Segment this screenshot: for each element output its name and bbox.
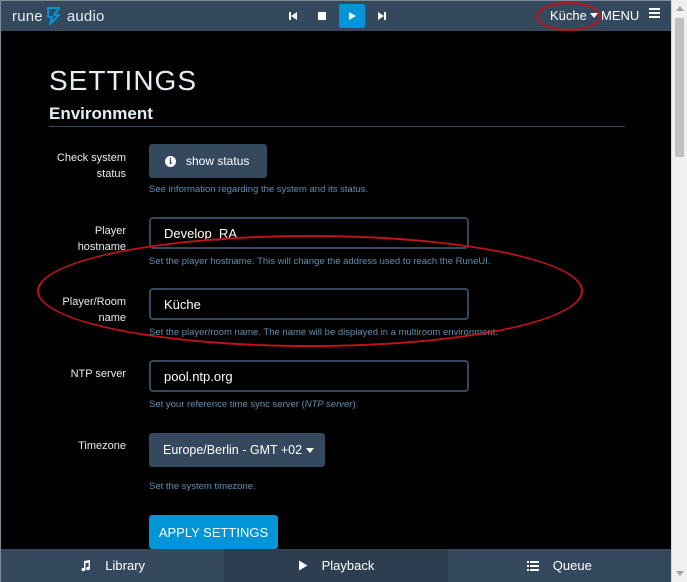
ntp-input[interactable]: pool.ntp.org	[149, 360, 469, 392]
section-divider	[49, 126, 625, 127]
ntp-label: NTP server	[70, 368, 126, 380]
apply-settings-button[interactable]: APPLY SETTINGS	[149, 515, 278, 549]
tab-library-label: Library	[105, 558, 146, 573]
page-title: SETTINGS	[49, 65, 198, 96]
list-icon	[526, 560, 539, 571]
timezone-help: Set the system timezone.	[149, 481, 256, 492]
annotation-circle-room-selector	[536, 2, 601, 31]
tab-queue-label: Queue	[552, 558, 592, 573]
stop-icon	[318, 12, 326, 20]
next-button[interactable]	[369, 4, 395, 28]
show-status-button[interactable]: i show status	[149, 144, 267, 178]
next-icon	[378, 12, 386, 20]
bottom-nav: Library Playback Queue	[1, 549, 671, 582]
play-icon	[298, 560, 308, 571]
play-icon	[349, 12, 356, 20]
scroll-up-arrow-icon[interactable]	[676, 6, 684, 11]
music-note-icon	[80, 559, 91, 572]
logo-text-rune: rune	[12, 8, 43, 25]
previous-button[interactable]	[280, 4, 306, 28]
hostname-label: Player hostname	[77, 225, 126, 253]
timezone-label: Timezone	[78, 440, 126, 452]
rune-audio-logo[interactable]: rune audio	[12, 6, 105, 26]
annotation-ellipse-room-name	[37, 235, 583, 347]
ntp-help-suffix: ).	[352, 399, 359, 410]
rune-logo-icon	[46, 7, 60, 25]
timezone-select[interactable]: Europe/Berlin - GMT +02	[149, 433, 325, 467]
tab-playback[interactable]: Playback	[224, 549, 448, 582]
section-title: Environment	[49, 104, 153, 123]
menu-label: MENU	[601, 8, 640, 23]
vertical-scrollbar[interactable]	[671, 0, 687, 582]
ntp-value: pool.ntp.org	[164, 368, 233, 384]
previous-icon	[289, 12, 297, 20]
tab-queue[interactable]: Queue	[448, 549, 671, 582]
play-button[interactable]	[339, 4, 365, 28]
ntp-help-emphasis: NTP server	[304, 399, 353, 410]
stop-button[interactable]	[309, 4, 335, 28]
status-help: See information regarding the system and…	[149, 184, 369, 195]
logo-text-audio: audio	[66, 8, 105, 25]
hamburger-icon	[649, 8, 661, 20]
ntp-help-prefix: Set your reference time sync server (	[149, 399, 305, 410]
status-label: Check system status	[56, 152, 126, 180]
menu-button[interactable]: MENU	[601, 8, 661, 23]
tab-library[interactable]: Library	[1, 549, 224, 582]
show-status-label: show status	[186, 154, 250, 168]
info-icon: i	[165, 155, 176, 167]
scroll-down-arrow-icon[interactable]	[676, 571, 684, 576]
timezone-value: Europe/Berlin - GMT +02	[163, 443, 303, 457]
scrollbar-thumb[interactable]	[675, 18, 684, 157]
ntp-help: Set your reference time sync server (NTP…	[149, 399, 358, 410]
tab-playback-label: Playback	[321, 558, 375, 573]
chevron-down-icon	[306, 447, 315, 453]
